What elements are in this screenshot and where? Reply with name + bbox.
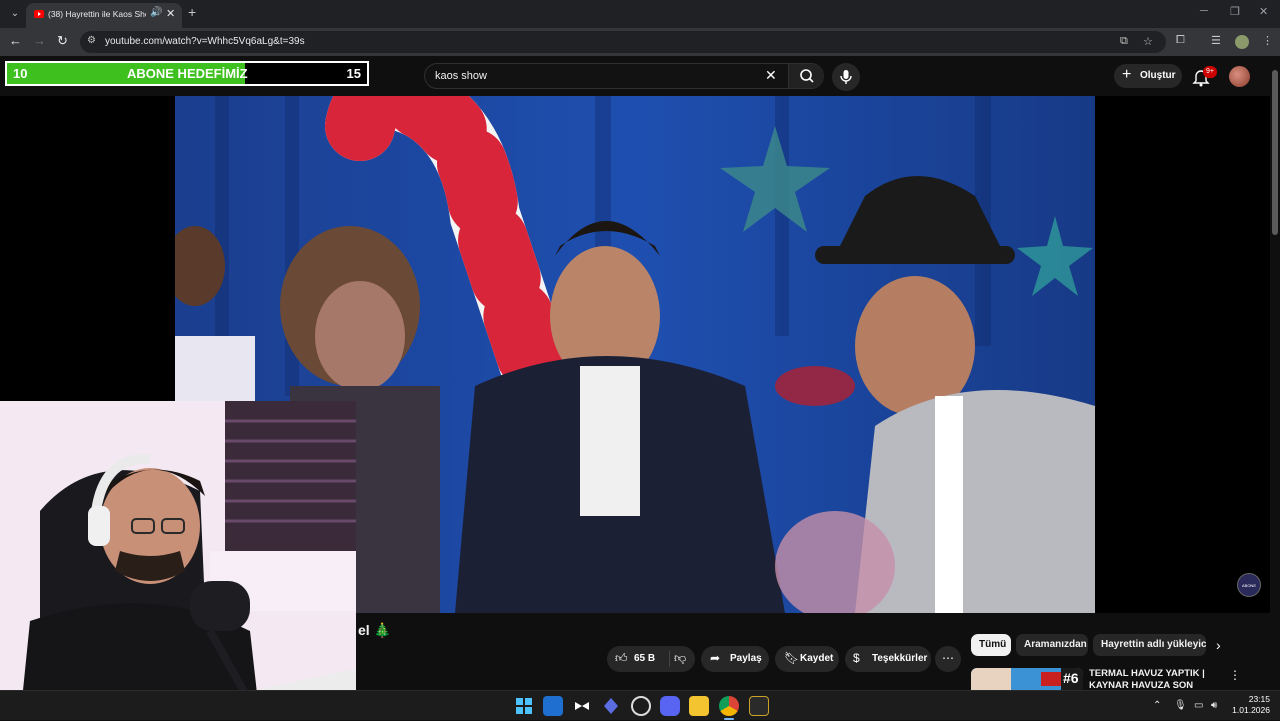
obs-icon[interactable] [631, 696, 651, 716]
share-button[interactable]: ➦ Paylaş [701, 646, 769, 672]
close-window-icon[interactable]: ✕ [1259, 5, 1268, 18]
browser-tab-strip: ⌄ (38) Hayrettin ile Kaos Show 🔊 ✕ + ─ ❐… [0, 0, 1280, 28]
app-diamond-icon[interactable] [601, 696, 621, 716]
browser-menu-icon[interactable]: ⋮ [1262, 34, 1273, 47]
recommended-title-line-1: TERMAL HAVUZ YAPTIK | [1089, 668, 1205, 679]
chip-from-search[interactable]: Aramanızdan [1016, 634, 1088, 656]
thumbnail-badge: #6 [1063, 670, 1079, 686]
share-icon: ➦ [710, 651, 721, 665]
system-clock[interactable]: 23:15 1.01.2026 [1228, 694, 1270, 716]
channel-watermark[interactable]: ABONE [1237, 573, 1261, 597]
search-button[interactable] [788, 64, 824, 88]
like-dislike-group: 👍︎ 65 B 👎︎ [607, 646, 695, 672]
browser-tab[interactable]: (38) Hayrettin ile Kaos Show 🔊 ✕ [26, 3, 182, 28]
goal-target-value: 15 [346, 66, 361, 81]
chevron-up-icon[interactable]: ⌃ [1153, 700, 1161, 711]
like-icon[interactable]: 👍︎ [615, 651, 628, 666]
share-label: Paylaş [730, 653, 762, 664]
super-thanks-icon: $ [853, 651, 860, 665]
profile-avatar[interactable] [1235, 35, 1249, 49]
like-count[interactable]: 65 B [634, 653, 655, 664]
clear-search-icon[interactable]: ✕ [765, 67, 777, 84]
display-icon[interactable]: ▭ [1194, 700, 1203, 711]
restore-icon[interactable]: ❐ [1230, 5, 1240, 18]
tab-search-button[interactable]: ⌄ [6, 5, 24, 23]
microphone-icon [840, 70, 852, 84]
more-actions-button[interactable]: ⋯ [935, 646, 961, 672]
youtube-header: 10 ABONE HEDEFİMİZ 15 ✕ + Oluştur 9+ [0, 56, 1280, 96]
speaker-icon[interactable]: 🔊 [150, 7, 162, 18]
back-icon[interactable]: ← [9, 33, 22, 48]
reading-list-icon[interactable]: ☰ [1211, 34, 1221, 47]
subscriber-goal-bar: 10 ABONE HEDEFİMİZ 15 [5, 61, 369, 86]
dislike-icon[interactable]: 👎︎ [674, 651, 686, 666]
thanks-label: Teşekkürler [872, 653, 928, 664]
browser-toolbar: ← → ↻ ⚙ youtube.com/watch?v=Whhc5Vq6aLg&… [0, 28, 1280, 56]
microphone-tray-icon[interactable]: 🎙︎ [1174, 700, 1187, 711]
like-divider [669, 651, 670, 667]
volume-icon[interactable]: 🔊︎ [1211, 700, 1217, 711]
capcut-icon[interactable] [572, 696, 592, 716]
address-bar[interactable]: ⚙ youtube.com/watch?v=Whhc5Vq6aLg&t=39s … [80, 31, 1166, 53]
recommended-video-thumbnail[interactable]: #6 [971, 668, 1083, 690]
site-info-icon[interactable]: ⚙ [87, 35, 96, 46]
goal-start-value: 10 [13, 66, 28, 81]
streamer-webcam-image [0, 401, 356, 720]
extensions-icon[interactable]: ⧠ [1176, 34, 1185, 47]
clock-date: 1.01.2026 [1232, 705, 1270, 715]
recommended-video-title[interactable]: TERMAL HAVUZ YAPTIK | KAYNAR HAVUZA SON … [1089, 668, 1219, 690]
url-text: youtube.com/watch?v=Whhc5Vq6aLg&t=39s [105, 36, 305, 47]
save-label: Kaydet [800, 653, 834, 664]
search-box: ✕ [424, 63, 824, 89]
webcam-overlay [0, 401, 356, 720]
bookmark-star-icon[interactable]: ☆ [1143, 35, 1153, 48]
plus-icon: + [1122, 66, 1132, 83]
chip-all[interactable]: Tümü [971, 634, 1011, 656]
notifications-badge: 9+ [1203, 66, 1217, 78]
account-avatar[interactable] [1229, 66, 1250, 87]
recommended-title-line-2: KAYNAR HAVUZA SON DÜŞEN [1089, 680, 1194, 690]
youtube-favicon-icon [34, 10, 44, 18]
forward-icon[interactable]: → [33, 33, 46, 48]
chrome-icon[interactable] [719, 696, 739, 716]
minimize-icon[interactable]: ─ [1200, 5, 1208, 17]
chevron-right-icon[interactable]: › [1216, 637, 1221, 653]
more-icon: ⋯ [942, 651, 954, 665]
page-scrollbar[interactable] [1270, 56, 1280, 690]
chip-from-uploader[interactable]: Hayrettin adlı yükleyicide [1093, 634, 1206, 656]
windows-start-icon[interactable] [514, 696, 534, 716]
video-title: el 🎄 [358, 622, 391, 638]
create-label: Oluştur [1140, 70, 1176, 81]
windows-taskbar: ⌃ 🎙︎ ▭ 🔊︎ 23:15 1.01.2026 [0, 690, 1280, 720]
close-tab-icon[interactable]: ✕ [166, 7, 175, 20]
game-launcher-icon[interactable] [749, 696, 769, 716]
voice-search-button[interactable] [832, 63, 860, 91]
reload-icon[interactable]: ↻ [57, 33, 68, 49]
recommendation-more-icon[interactable]: ⋮ [1229, 668, 1241, 682]
tab-title: (38) Hayrettin ile Kaos Show [48, 9, 146, 19]
discord-icon[interactable] [660, 696, 680, 716]
search-icon [800, 69, 814, 83]
goal-title: ABONE HEDEFİMİZ [127, 66, 248, 81]
create-button[interactable]: + Oluştur [1114, 64, 1182, 88]
bookmark-icon: 🔖︎ [784, 651, 800, 665]
outlook-icon[interactable] [543, 696, 563, 716]
install-app-icon[interactable]: ⧉ [1120, 35, 1128, 48]
new-tab-button[interactable]: + [188, 4, 196, 20]
clock-time: 23:15 [1248, 694, 1270, 704]
file-explorer-icon[interactable] [689, 696, 709, 716]
scrollbar-thumb[interactable] [1272, 70, 1278, 235]
search-input[interactable] [435, 70, 755, 82]
save-button[interactable]: 🔖︎ Kaydet [775, 646, 839, 672]
thanks-button[interactable]: $ Teşekkürler [845, 646, 931, 672]
